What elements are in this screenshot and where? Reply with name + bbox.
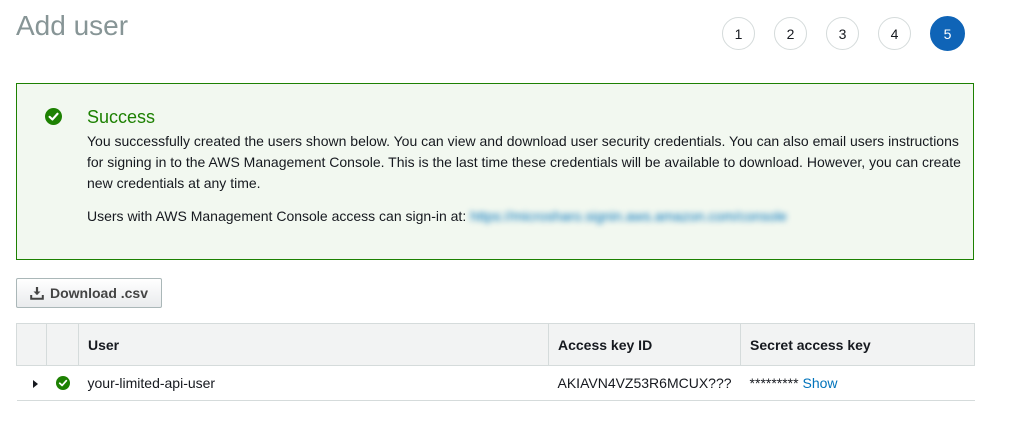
download-icon xyxy=(30,287,44,300)
signin-info: Users with AWS Management Console access… xyxy=(87,208,787,224)
step-5-current: 5 xyxy=(930,16,965,51)
secret-access-key-cell: ********* Show xyxy=(740,365,975,401)
signin-label: Users with AWS Management Console access… xyxy=(87,208,467,224)
users-table: User Access key ID Secret access key you… xyxy=(16,323,975,401)
expand-cell xyxy=(16,365,47,401)
header-access-key-id[interactable]: Access key ID xyxy=(547,323,742,366)
secret-masked-value: ********* xyxy=(749,375,799,391)
step-3[interactable]: 3 xyxy=(826,17,859,50)
header-status xyxy=(46,323,79,366)
expand-caret-icon[interactable] xyxy=(32,380,38,388)
check-circle-icon xyxy=(45,108,62,125)
user-name-cell: your-limited-api-user xyxy=(78,365,549,401)
header-secret-access-key[interactable]: Secret access key xyxy=(740,323,975,366)
header-expand xyxy=(16,323,47,366)
show-secret-link[interactable]: Show xyxy=(802,375,837,391)
table-header-row: User Access key ID Secret access key xyxy=(16,323,975,366)
download-csv-label: Download .csv xyxy=(49,285,149,301)
access-key-id-cell: AKIAVN4VZ53R6MCUX??? xyxy=(548,365,741,401)
step-2[interactable]: 2 xyxy=(774,17,807,50)
status-cell xyxy=(46,365,79,401)
success-message: You successfully created the users shown… xyxy=(87,133,961,191)
wizard-steps: 1 2 3 4 5 xyxy=(722,16,965,51)
step-1[interactable]: 1 xyxy=(722,17,755,50)
page-title: Add user xyxy=(16,10,129,41)
table-row: your-limited-api-user AKIAVN4VZ53R6MCUX?… xyxy=(16,365,975,401)
success-alert: Success You successfully created the use… xyxy=(16,83,974,260)
header-user[interactable]: User xyxy=(78,323,549,366)
signin-url-link[interactable]: https://microsharo.signin.aws.amazon.com… xyxy=(470,208,787,224)
check-circle-icon xyxy=(55,376,70,390)
success-title: Success xyxy=(87,107,156,127)
step-4[interactable]: 4 xyxy=(878,17,911,50)
download-csv-button[interactable]: Download .csv xyxy=(16,278,162,308)
